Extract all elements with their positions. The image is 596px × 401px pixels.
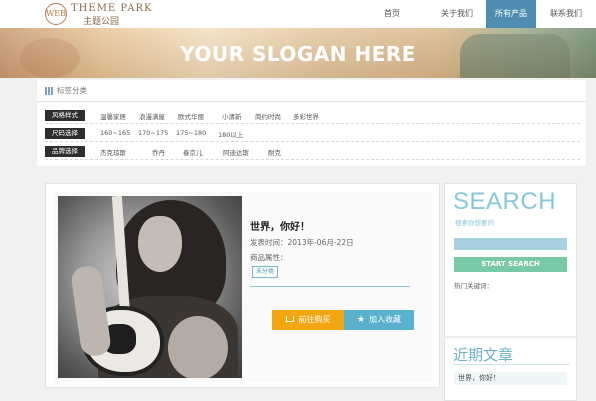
logo-mark: WEB	[45, 3, 67, 25]
logo-title: THEME PARK	[71, 3, 153, 14]
sidebar-divider	[445, 336, 578, 338]
filter-option[interactable]: 春京儿	[183, 147, 203, 157]
grid-icon	[45, 87, 53, 95]
product-date: 发表时间：2013年-06月-22日	[250, 238, 354, 247]
filter-option[interactable]: 乔丹	[152, 147, 165, 157]
recent-divider	[453, 364, 570, 365]
filter-option[interactable]: 小清新	[222, 111, 242, 121]
nav-products[interactable]: 所有产品	[486, 0, 536, 28]
product-attributes: 商品属性：	[250, 253, 288, 262]
filter-option[interactable]: 160~165	[100, 129, 130, 137]
filter-option[interactable]: 阿迪达斯	[223, 147, 249, 157]
filter-label: 尺码选择	[45, 128, 85, 139]
logo-subtitle: 主题公园	[83, 17, 120, 27]
filter-title: 标签分类	[57, 86, 87, 95]
search-heading: SEARCH	[453, 188, 557, 215]
filter-row-brand: 品牌选择 杰克琼斯 乔丹 春京儿 阿迪达斯 耐克	[45, 144, 580, 160]
filter-option[interactable]: 欧式华丽	[178, 111, 204, 121]
photo-knee	[168, 316, 228, 378]
cart-icon	[285, 316, 294, 322]
banner-slogan: YOUR SLOGAN HERE	[180, 42, 416, 66]
hero-banner: YOUR SLOGAN HERE	[0, 28, 596, 78]
search-input[interactable]	[454, 238, 567, 250]
photo-arm	[69, 264, 113, 358]
filter-row-size: 尺码选择 160~165 170~175 175~180 180以上	[45, 126, 580, 142]
photo-face	[138, 216, 182, 272]
filter-option[interactable]: 多彩世界	[293, 111, 319, 121]
filter-row-style: 风格样式 温馨家居 浪漫满屋 欧式华丽 小清新 简约时尚 多彩世界	[45, 108, 580, 124]
filter-option[interactable]: 175~180	[176, 129, 206, 137]
favorite-button-label: 加入收藏	[369, 315, 402, 324]
filter-option[interactable]: 180以上	[218, 129, 243, 139]
filter-label: 风格样式	[45, 110, 85, 121]
hot-keywords-label: 热门关键词：	[454, 282, 493, 290]
nav-contact[interactable]: 联系我们	[536, 0, 596, 28]
filter-option[interactable]: 杰克琼斯	[100, 147, 126, 157]
filter-option[interactable]: 耐克	[268, 147, 281, 157]
main-nav: 首页 关于我们 所有产品 联系我们	[356, 0, 596, 28]
buy-button[interactable]: 前往购买	[272, 310, 344, 330]
site-logo[interactable]: WEB THEME PARK 主题公园	[45, 2, 195, 27]
filter-header: 标签分类	[37, 80, 586, 102]
category-tag[interactable]: 未分类	[252, 266, 279, 278]
favorite-button[interactable]: ★ 加入收藏	[344, 310, 414, 330]
star-icon: ★	[356, 315, 366, 325]
nav-home[interactable]: 首页	[356, 0, 428, 28]
site-header: WEB THEME PARK 主题公园 首页 关于我们 所有产品 联系我们	[0, 0, 596, 28]
recent-posts-heading: 近期文章	[453, 346, 514, 364]
buy-button-label: 前往购买	[298, 315, 331, 324]
search-button[interactable]: START SEARCH	[454, 257, 567, 272]
product-card: 世界，你好！ 发表时间：2013年-06月-22日 商品属性： 未分类 前往购买…	[54, 192, 434, 382]
filter-option[interactable]: 简约时尚	[255, 111, 281, 121]
main-content: 世界，你好！ 发表时间：2013年-06月-22日 商品属性： 未分类 前往购买…	[45, 183, 440, 388]
nav-about[interactable]: 关于我们	[428, 0, 486, 28]
filter-option[interactable]: 170~175	[138, 129, 168, 137]
recent-post-item[interactable]: 世界，你好！	[454, 372, 567, 385]
filter-option[interactable]: 浪漫满屋	[139, 111, 165, 121]
sidebar: SEARCH 搜索你想要的 START SEARCH 热门关键词： 近期文章 世…	[444, 183, 578, 401]
divider	[250, 286, 410, 287]
search-subtitle: 搜索你想要的	[455, 219, 494, 227]
filter-label: 品牌选择	[45, 146, 85, 157]
product-title[interactable]: 世界，你好！	[250, 218, 310, 233]
filter-option[interactable]: 温馨家居	[100, 111, 126, 121]
product-photo[interactable]	[58, 196, 242, 378]
filter-panel: 标签分类 风格样式 温馨家居 浪漫满屋 欧式华丽 小清新 简约时尚 多彩世界 尺…	[37, 80, 586, 166]
